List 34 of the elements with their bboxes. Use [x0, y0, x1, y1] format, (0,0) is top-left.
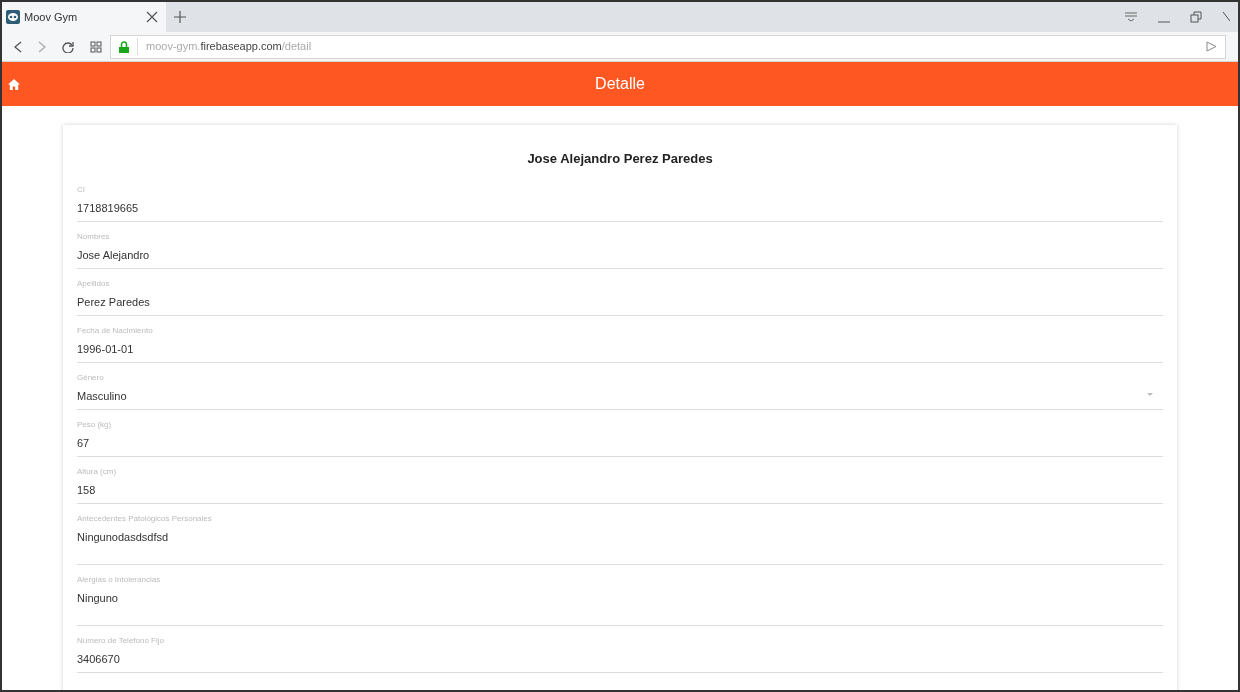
- url-text: moov-gym.firebaseapp.com/detail: [137, 38, 312, 55]
- field-label: Género: [77, 372, 105, 383]
- browser-tab[interactable]: Moov Gym: [2, 2, 166, 32]
- field-label: Antecedentes Patológicos Personales: [77, 513, 213, 524]
- new-tab-icon[interactable]: [174, 11, 186, 23]
- tab-title: Moov Gym: [24, 9, 79, 25]
- select-field[interactable]: Masculino: [77, 387, 1163, 410]
- text-area[interactable]: Ningunodasdsdfsd: [77, 528, 1163, 565]
- restore-icon[interactable]: [1190, 11, 1202, 23]
- person-name: Jose Alejandro Perez Paredes: [526, 150, 714, 168]
- reload-icon[interactable]: [62, 40, 74, 53]
- field-label: Nombres: [77, 231, 111, 242]
- input-field[interactable]: Jose Alejandro: [77, 246, 1163, 269]
- send-icon[interactable]: [1206, 41, 1217, 52]
- input-field[interactable]: 1718819665: [77, 199, 1163, 222]
- input-field[interactable]: Perez Paredes: [77, 293, 1163, 316]
- menu-icon[interactable]: [1124, 11, 1138, 23]
- app-icon: [6, 10, 20, 24]
- home-icon[interactable]: [8, 78, 20, 90]
- page-title: Detalle: [595, 74, 645, 94]
- forward-icon[interactable]: [38, 40, 46, 53]
- field-label: Peso (kg): [77, 419, 113, 430]
- input-field[interactable]: 1996-01-01: [77, 340, 1163, 363]
- caret-icon: [1147, 392, 1153, 396]
- input-field[interactable]: 158: [77, 481, 1163, 504]
- input-field[interactable]: 3406670: [77, 650, 1163, 673]
- grid-icon[interactable]: [90, 40, 102, 53]
- back-icon[interactable]: [14, 40, 22, 53]
- text-area[interactable]: Ninguno: [77, 589, 1163, 626]
- address-bar[interactable]: moov-gym.firebaseapp.com/detail: [110, 34, 1226, 59]
- lock-icon: [119, 40, 129, 53]
- input-field[interactable]: 67: [77, 434, 1163, 457]
- field-label: Apellidos: [77, 278, 111, 289]
- field-label: Fecha de Nacimiento: [77, 325, 154, 336]
